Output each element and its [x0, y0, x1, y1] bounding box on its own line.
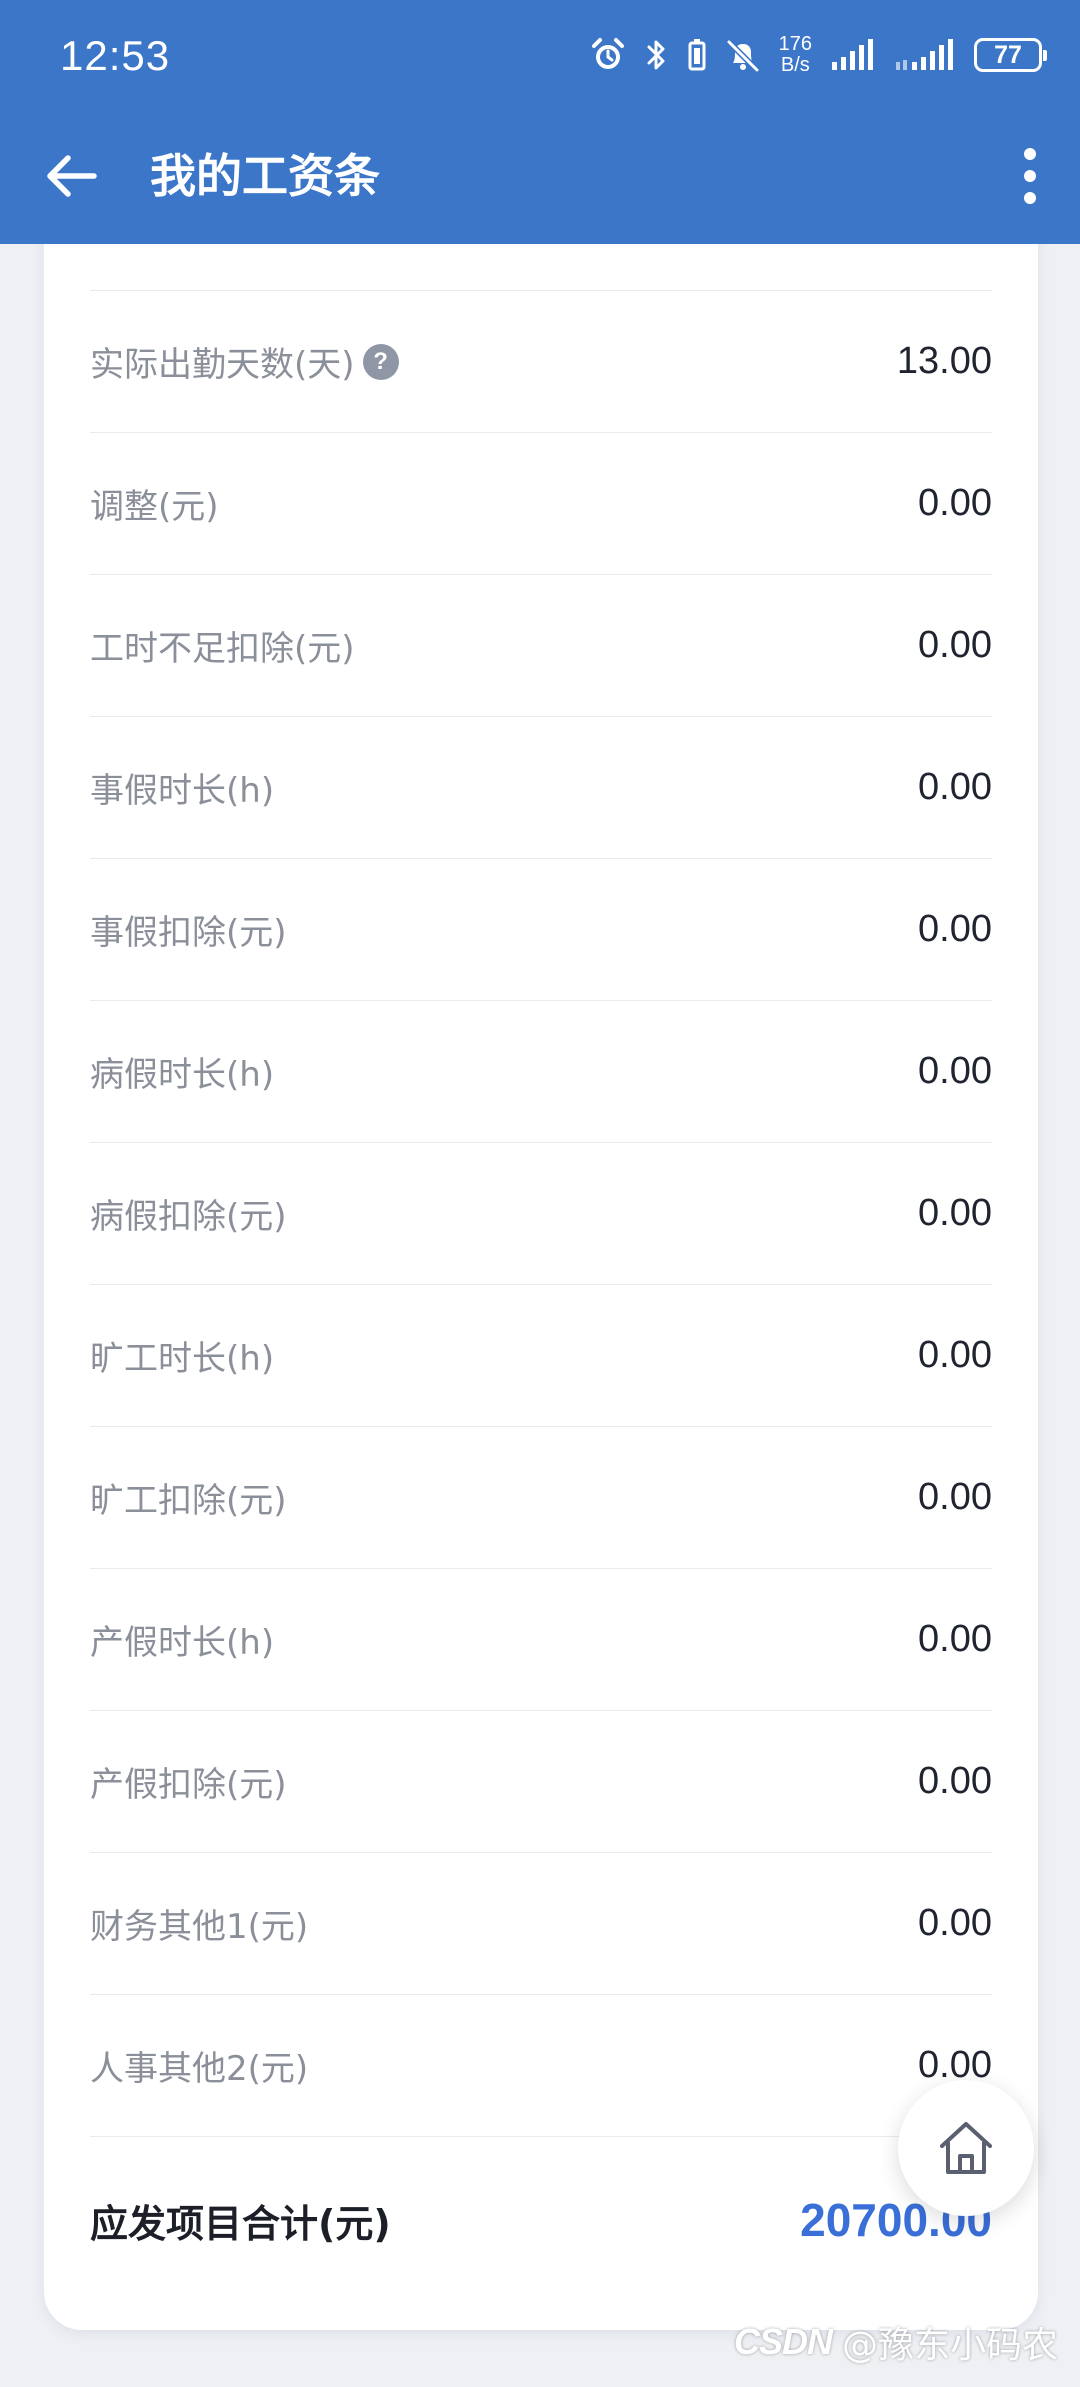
row-label: 实际出勤天数(天) ? — [90, 337, 399, 386]
salary-row-sick-leave-hours: 病假时长(h) 0.00 — [90, 1001, 992, 1143]
signal-icon-2 — [896, 39, 953, 70]
battery-saver-icon — [688, 39, 706, 71]
row-value: 0.00 — [918, 1902, 992, 1944]
salary-row-maternity-leave-hours: 产假时长(h) 0.00 — [90, 1569, 992, 1711]
payslip-card: 实际出勤天数(天) ? 13.00 调整(元) 0.00 工时不足扣除(元) 0… — [44, 180, 1038, 2330]
row-value: 0.00 — [918, 766, 992, 808]
row-label: 财务其他1(元) — [90, 1907, 309, 1947]
home-button[interactable] — [898, 2080, 1034, 2216]
row-value: 0.00 — [918, 908, 992, 950]
salary-row-maternity-leave-deduction: 产假扣除(元) 0.00 — [90, 1711, 992, 1853]
salary-row-sick-leave-deduction: 病假扣除(元) 0.00 — [90, 1143, 992, 1285]
row-label: 调整(元) — [90, 487, 219, 527]
home-icon — [940, 2122, 992, 2174]
salary-row-attendance-days: 实际出勤天数(天) ? 13.00 — [90, 291, 992, 433]
row-label: 事假扣除(元) — [90, 913, 287, 953]
row-label-text: 实际出勤天数(天) — [90, 345, 355, 385]
more-vertical-icon — [1024, 148, 1036, 204]
watermark: CSDN @豫东小码农 — [734, 2316, 1058, 2368]
signal-icon — [832, 39, 873, 70]
bluetooth-icon — [647, 40, 665, 70]
watermark-text: @豫东小码农 — [841, 2325, 1058, 2366]
row-value: 0.00 — [918, 482, 992, 524]
salary-row-absence-hours: 旷工时长(h) 0.00 — [90, 1285, 992, 1427]
net-speed-value: 176 — [778, 33, 812, 55]
salary-row-personal-leave-deduction: 事假扣除(元) 0.00 — [90, 859, 992, 1001]
mute-bell-icon — [726, 39, 759, 73]
row-label: 病假时长(h) — [90, 1055, 275, 1095]
status-time: 12:53 — [60, 32, 171, 79]
status-icons: 176 B/s 77 — [589, 30, 1047, 80]
row-label: 产假扣除(元) — [90, 1765, 287, 1805]
row-value: 13.00 — [896, 340, 992, 382]
row-value: 0.00 — [918, 1334, 992, 1376]
more-options-button[interactable] — [1000, 140, 1060, 212]
row-label: 人事其他2(元) — [90, 2049, 309, 2089]
total-label: 应发项目合计(元) — [90, 2201, 391, 2246]
back-button[interactable] — [30, 140, 110, 212]
row-value: 0.00 — [918, 1760, 992, 1802]
help-icon[interactable]: ? — [362, 343, 399, 380]
net-speed-unit: B/s — [780, 54, 810, 76]
row-label: 旷工扣除(元) — [90, 1481, 287, 1521]
salary-item-list: 实际出勤天数(天) ? 13.00 调整(元) 0.00 工时不足扣除(元) 0… — [90, 290, 992, 2137]
row-label: 工时不足扣除(元) — [90, 629, 355, 669]
salary-row-hr-other-2: 人事其他2(元) 0.00 — [90, 1995, 992, 2137]
salary-row-finance-other-1: 财务其他1(元) 0.00 — [90, 1853, 992, 1995]
app-header: 我的工资条 — [0, 120, 1080, 234]
row-label: 病假扣除(元) — [90, 1197, 287, 1237]
salary-row-absence-deduction: 旷工扣除(元) 0.00 — [90, 1427, 992, 1569]
row-value: 0.00 — [918, 1618, 992, 1660]
arrow-left-icon — [47, 155, 97, 197]
row-value: 0.00 — [918, 1476, 992, 1518]
net-speed: 176 B/s — [779, 34, 812, 76]
battery-indicator: 77 — [974, 38, 1047, 72]
top-app-bar: 12:53 176 B/s 77 我的工资条 — [0, 0, 1080, 244]
salary-row-insufficient-hours-deduction: 工时不足扣除(元) 0.00 — [90, 575, 992, 717]
page-title: 我的工资条 — [150, 149, 380, 203]
status-bar: 12:53 176 B/s 77 — [0, 0, 1080, 110]
row-label: 产假时长(h) — [90, 1623, 275, 1663]
salary-row-personal-leave-hours: 事假时长(h) 0.00 — [90, 717, 992, 859]
salary-row-adjustment: 调整(元) 0.00 — [90, 433, 992, 575]
row-value: 0.00 — [918, 1050, 992, 1092]
row-label: 事假时长(h) — [90, 771, 275, 811]
watermark-logo: CSDN — [733, 2321, 833, 2362]
alarm-icon — [591, 38, 624, 69]
gross-pay-total-row: 应发项目合计(元) 20700.00 — [90, 2170, 992, 2270]
row-label: 旷工时长(h) — [90, 1339, 275, 1379]
row-value: 0.00 — [918, 624, 992, 666]
row-value: 0.00 — [918, 1192, 992, 1234]
